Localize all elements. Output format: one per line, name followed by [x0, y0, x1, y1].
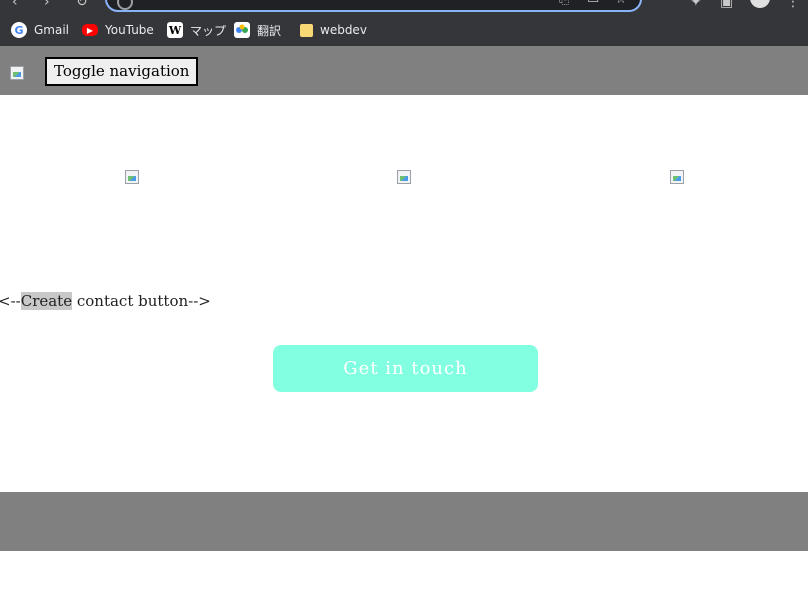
bookmark-webdev[interactable]: webdev [300, 21, 367, 39]
bookmark-label: webdev [320, 23, 367, 37]
bookmark-star-icon[interactable]: ☆ [615, 0, 627, 7]
stray-comment-text: <--Create contact button--> [0, 292, 211, 310]
brand-logo-image[interactable] [10, 66, 24, 80]
back-icon[interactable]: ‹ [12, 0, 18, 10]
bookmark-label: マップ [190, 23, 227, 38]
feature-image-3 [670, 170, 684, 184]
comment-highlight: Create [20, 292, 73, 310]
bookmark-translate[interactable]: 翻訳 [234, 21, 281, 39]
comment-suffix: contact button--> [72, 292, 211, 310]
gmail-icon: G [11, 22, 27, 38]
site-navbar: Toggle navigation [0, 46, 808, 95]
forward-icon[interactable]: › [44, 0, 50, 10]
tab-search-icon[interactable]: ▭ [587, 0, 599, 7]
feature-image-1 [125, 170, 139, 184]
get-in-touch-button[interactable]: Get in touch [273, 345, 538, 392]
sidebar-icon[interactable]: ▣ [720, 0, 733, 10]
extensions-icon[interactable]: ✦ [690, 0, 702, 10]
share-icon[interactable]: ⎘ [559, 0, 569, 7]
site-info-icon[interactable] [117, 0, 133, 10]
bookmarks-bar: G Gmail ▶ YouTube W マップ 翻訳 webdev [0, 14, 808, 46]
bookmark-maps[interactable]: W マップ [167, 21, 226, 39]
bookmark-youtube[interactable]: ▶ YouTube [82, 21, 154, 39]
bookmark-label: Gmail [34, 23, 70, 37]
bookmark-gmail[interactable]: G Gmail [11, 21, 69, 39]
toggle-navigation-button[interactable]: Toggle navigation [45, 57, 199, 86]
profile-avatar[interactable] [750, 0, 770, 8]
folder-icon [300, 23, 313, 37]
address-bar[interactable]: ⎘ ▭ ☆ [105, 0, 642, 12]
wikipedia-icon: W [167, 22, 183, 38]
browser-toolbar: ‹ › ↻ ⎘ ▭ ☆ ✦ ▣ ⋮ [0, 0, 808, 14]
reload-icon[interactable]: ↻ [76, 0, 88, 10]
youtube-icon: ▶ [82, 24, 98, 36]
site-footer [0, 492, 808, 551]
feature-image-2 [397, 170, 411, 184]
comment-prefix: <-- [0, 292, 21, 310]
bookmark-label: YouTube [105, 23, 154, 37]
menu-icon[interactable]: ⋮ [786, 0, 800, 10]
bookmark-label: 翻訳 [257, 23, 282, 38]
translate-icon [234, 22, 250, 38]
